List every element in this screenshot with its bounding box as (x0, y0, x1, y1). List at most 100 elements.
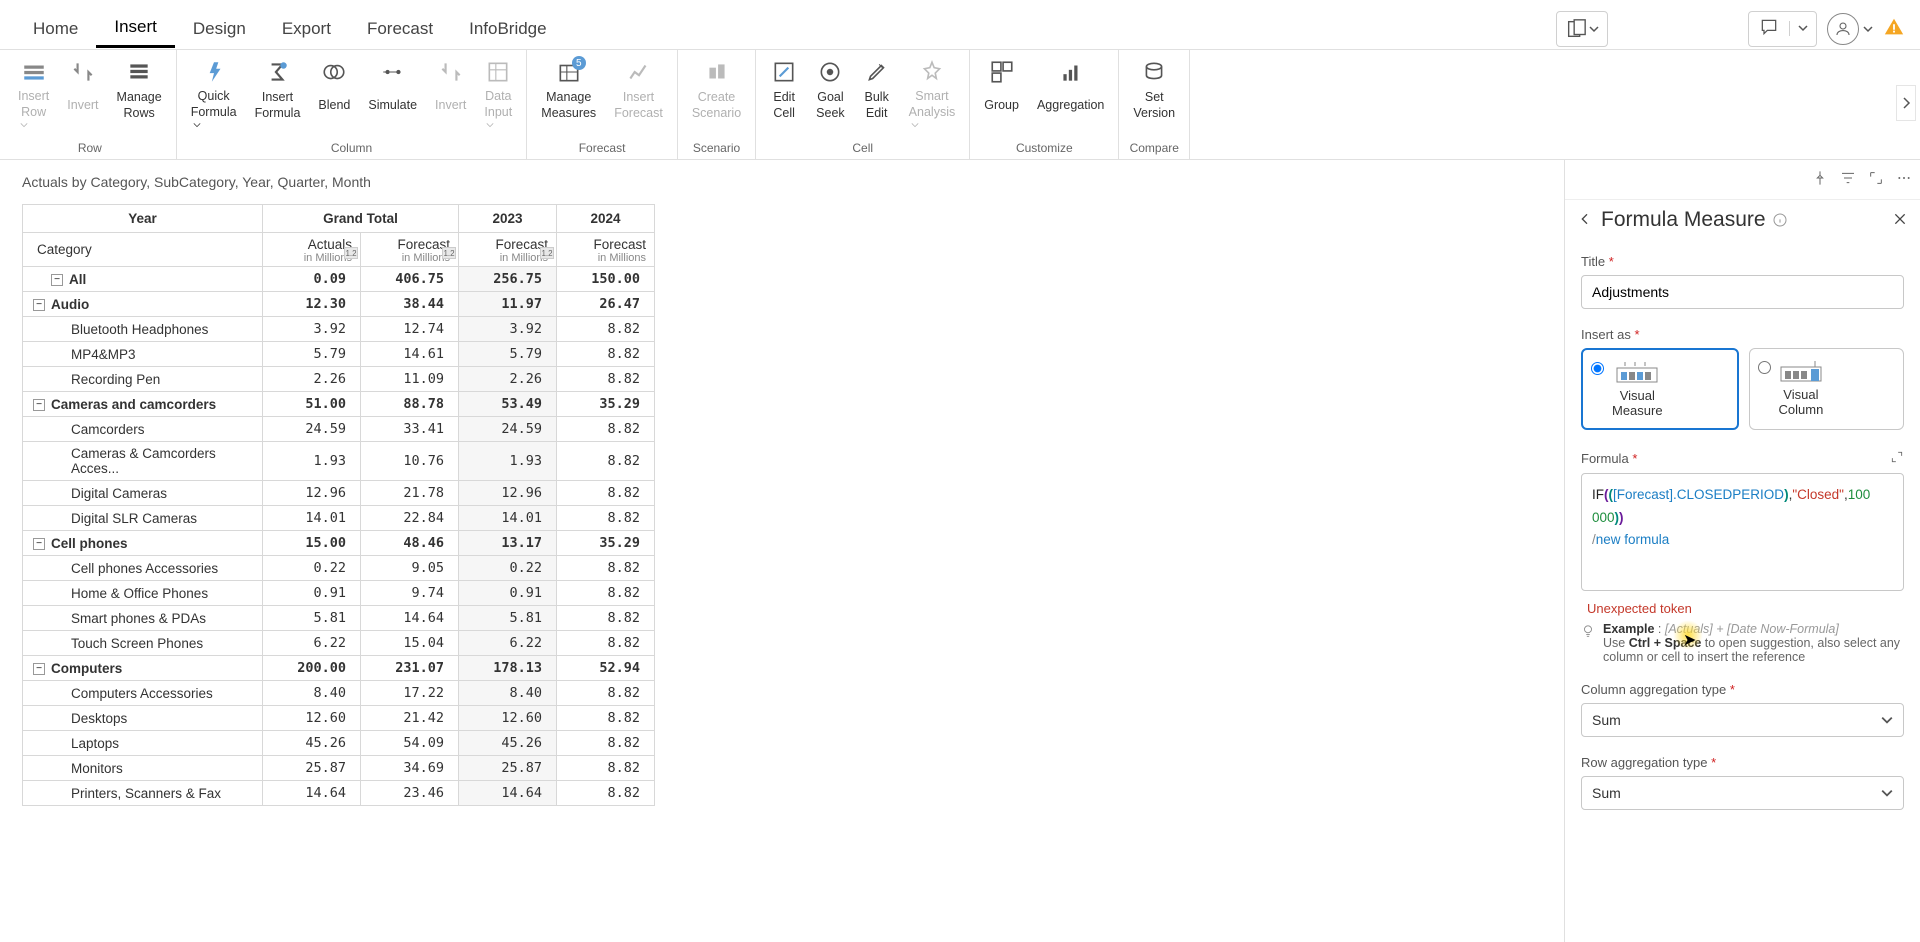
value-cell[interactable]: 12.74 (361, 317, 459, 342)
period-2024[interactable]: 2024 (557, 205, 655, 233)
category-cell[interactable]: Digital Cameras (23, 481, 263, 506)
info-icon[interactable] (1772, 212, 1788, 228)
value-cell[interactable]: 11.09 (361, 367, 459, 392)
category-cell[interactable]: Bluetooth Headphones (23, 317, 263, 342)
chevron-down-icon[interactable] (1789, 21, 1816, 36)
value-cell[interactable]: 35.29 (557, 531, 655, 556)
ribbon-scroll-right[interactable] (1896, 85, 1916, 121)
table-row[interactable]: Computers Accessories8.4017.228.408.82 (23, 681, 655, 706)
value-cell[interactable]: 8.82 (557, 706, 655, 731)
table-row[interactable]: Home & Office Phones0.919.740.918.82 (23, 581, 655, 606)
menu-tab-design[interactable]: Design (175, 11, 264, 47)
value-cell[interactable]: 178.13 (459, 656, 557, 681)
ribbon-quick-formula[interactable]: QuickFormula (183, 54, 245, 133)
collapse-icon[interactable]: − (51, 274, 63, 286)
visual-measure-option[interactable]: Visual Measure (1581, 348, 1739, 430)
warning-icon[interactable] (1883, 16, 1905, 41)
value-cell[interactable]: 25.87 (459, 756, 557, 781)
menu-tab-export[interactable]: Export (264, 11, 349, 47)
value-cell[interactable]: 3.92 (263, 317, 361, 342)
value-cell[interactable]: 5.81 (263, 606, 361, 631)
value-cell[interactable]: 52.94 (557, 656, 655, 681)
value-cell[interactable]: 12.96 (263, 481, 361, 506)
back-icon[interactable] (1577, 211, 1593, 230)
year-header[interactable]: Year (23, 205, 263, 233)
table-row[interactable]: Cameras & Camcorders Acces...1.9310.761.… (23, 442, 655, 481)
table-row[interactable]: Camcorders24.5933.4124.598.82 (23, 417, 655, 442)
table-row[interactable]: Bluetooth Headphones3.9212.743.928.82 (23, 317, 655, 342)
value-cell[interactable]: 88.78 (361, 392, 459, 417)
value-cell[interactable]: 10.76 (361, 442, 459, 481)
value-cell[interactable]: 35.29 (557, 392, 655, 417)
ribbon-blend[interactable]: Blend (310, 54, 358, 126)
value-cell[interactable]: 8.82 (557, 506, 655, 531)
table-row[interactable]: Cell phones Accessories0.229.050.228.82 (23, 556, 655, 581)
value-cell[interactable]: 17.22 (361, 681, 459, 706)
value-cell[interactable]: 8.82 (557, 581, 655, 606)
ribbon-set-version[interactable]: SetVersion (1125, 54, 1183, 126)
value-cell[interactable]: 9.05 (361, 556, 459, 581)
value-cell[interactable]: 12.60 (459, 706, 557, 731)
menu-tab-home[interactable]: Home (15, 11, 96, 47)
value-cell[interactable]: 8.82 (557, 556, 655, 581)
value-cell[interactable]: 8.82 (557, 367, 655, 392)
table-row[interactable]: Digital SLR Cameras14.0122.8414.018.82 (23, 506, 655, 531)
value-cell[interactable]: 33.41 (361, 417, 459, 442)
value-cell[interactable]: 14.01 (263, 506, 361, 531)
menu-tab-forecast[interactable]: Forecast (349, 11, 451, 47)
value-cell[interactable]: 5.79 (263, 342, 361, 367)
value-cell[interactable]: 51.00 (263, 392, 361, 417)
category-cell[interactable]: −Audio (23, 292, 263, 317)
value-cell[interactable]: 5.79 (459, 342, 557, 367)
grand-total-header[interactable]: Grand Total (263, 205, 459, 233)
pin-icon[interactable] (1812, 170, 1828, 189)
value-cell[interactable]: 0.22 (459, 556, 557, 581)
value-cell[interactable]: 8.82 (557, 731, 655, 756)
table-row[interactable]: Recording Pen2.2611.092.268.82 (23, 367, 655, 392)
category-cell[interactable]: −Cameras and camcorders (23, 392, 263, 417)
value-cell[interactable]: 9.74 (361, 581, 459, 606)
collapse-icon[interactable]: − (33, 299, 45, 311)
value-cell[interactable]: 14.01 (459, 506, 557, 531)
table-row[interactable]: MP4&MP35.7914.615.798.82 (23, 342, 655, 367)
value-cell[interactable]: 8.82 (557, 756, 655, 781)
expand-icon[interactable] (1868, 170, 1884, 189)
category-cell[interactable]: MP4&MP3 (23, 342, 263, 367)
value-cell[interactable]: 1.93 (263, 442, 361, 481)
table-row[interactable]: −All0.09406.75256.75150.00 (23, 267, 655, 292)
ribbon-group[interactable]: Group (976, 54, 1027, 126)
table-row[interactable]: Printers, Scanners & Fax14.6423.4614.648… (23, 781, 655, 806)
value-cell[interactable]: 3.92 (459, 317, 557, 342)
value-cell[interactable]: 0.22 (263, 556, 361, 581)
value-cell[interactable]: 8.82 (557, 481, 655, 506)
category-cell[interactable]: Monitors (23, 756, 263, 781)
category-header[interactable]: Category (23, 233, 263, 267)
row-agg-select[interactable]: Sum (1581, 776, 1904, 810)
metric-actuals-gt[interactable]: Actualsin Millions1.2 (263, 233, 361, 267)
collapse-icon[interactable]: − (33, 663, 45, 675)
ribbon-simulate[interactable]: Simulate (360, 54, 425, 126)
value-cell[interactable]: 21.42 (361, 706, 459, 731)
value-cell[interactable]: 48.46 (361, 531, 459, 556)
value-cell[interactable]: 6.22 (263, 631, 361, 656)
close-icon[interactable] (1892, 211, 1908, 230)
filter-icon[interactable] (1840, 170, 1856, 189)
ribbon-goal-seek[interactable]: GoalSeek (808, 54, 853, 126)
value-cell[interactable]: 25.87 (263, 756, 361, 781)
value-cell[interactable]: 14.64 (361, 606, 459, 631)
value-cell[interactable]: 14.64 (459, 781, 557, 806)
value-cell[interactable]: 256.75 (459, 267, 557, 292)
value-cell[interactable]: 231.07 (361, 656, 459, 681)
value-cell[interactable]: 24.59 (263, 417, 361, 442)
value-cell[interactable]: 150.00 (557, 267, 655, 292)
value-cell[interactable]: 8.82 (557, 781, 655, 806)
value-cell[interactable]: 8.82 (557, 681, 655, 706)
metric-forecast-2023[interactable]: Forecastin Millions1.2 (459, 233, 557, 267)
ribbon-aggregation[interactable]: Aggregation (1029, 54, 1112, 126)
value-cell[interactable]: 23.46 (361, 781, 459, 806)
value-cell[interactable]: 8.40 (459, 681, 557, 706)
user-menu[interactable] (1827, 13, 1873, 45)
category-cell[interactable]: Camcorders (23, 417, 263, 442)
table-row[interactable]: Digital Cameras12.9621.7812.968.82 (23, 481, 655, 506)
category-cell[interactable]: −All (23, 267, 263, 292)
